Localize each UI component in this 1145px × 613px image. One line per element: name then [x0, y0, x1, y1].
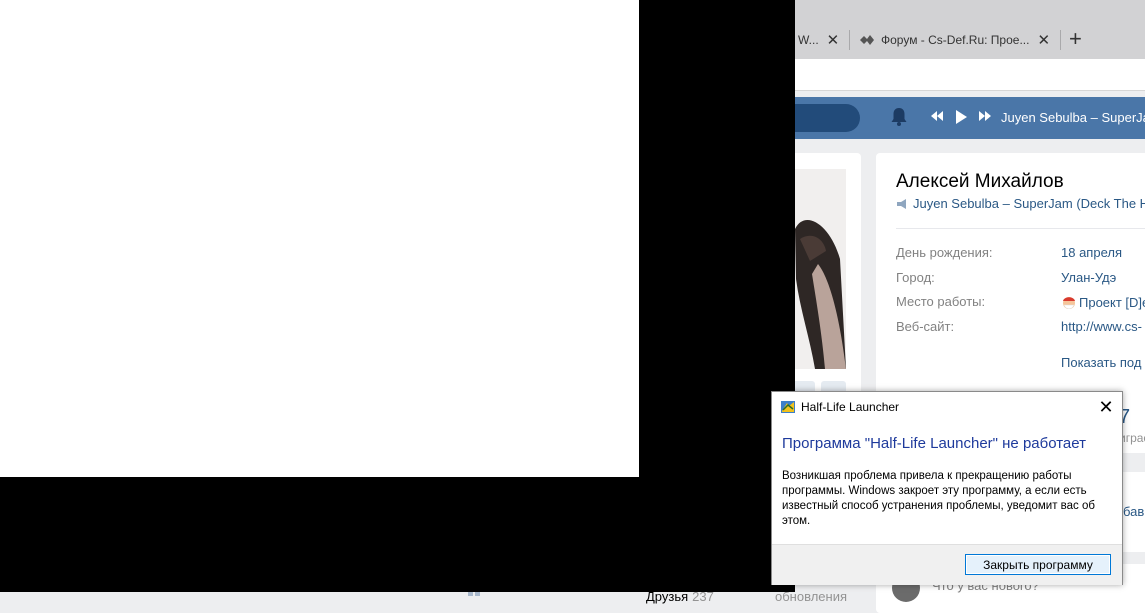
- blank-white-window: [0, 0, 639, 477]
- browser-tab-forum[interactable]: Форум - Cs-Def.Ru: Прое... ✕: [859, 28, 1050, 52]
- santa-emoji-icon: [1063, 297, 1075, 309]
- previous-track-icon[interactable]: [930, 109, 944, 123]
- close-icon[interactable]: ✕: [1094, 395, 1118, 419]
- info-value-city[interactable]: Улан-Удэ: [1061, 270, 1116, 285]
- dialog-title-bar[interactable]: Half-Life Launcher ✕: [772, 392, 1122, 422]
- new-tab-button[interactable]: +: [1069, 26, 1082, 52]
- dialog-footer: Закрыть программу: [772, 544, 1122, 585]
- profile-status[interactable]: Juyen Sebulba – SuperJam (Deck The H: [896, 196, 1145, 211]
- tab-title: Форум - Cs-Def.Ru: Прое...: [881, 33, 1030, 47]
- bell-icon[interactable]: [890, 107, 908, 127]
- info-value-birthday[interactable]: 18 апреля: [1061, 245, 1122, 260]
- black-overlay: [0, 477, 795, 592]
- close-program-button[interactable]: Закрыть программу: [965, 554, 1111, 575]
- info-value-website[interactable]: http://www.cs-: [1061, 319, 1142, 334]
- close-icon[interactable]: ✕: [827, 31, 840, 49]
- info-value-work[interactable]: Проект [D]e: [1061, 294, 1145, 310]
- browser-tab[interactable]: W... ✕: [798, 28, 839, 52]
- now-playing-track[interactable]: Juyen Sebulba – SuperJam: [1001, 110, 1145, 125]
- profile-name: Алексей Михайлов: [896, 171, 1064, 192]
- show-more-link[interactable]: Показать под: [1061, 355, 1141, 370]
- work-text: Проект [D]e: [1079, 294, 1145, 310]
- next-track-icon[interactable]: [978, 109, 992, 123]
- half-life-app-icon: [781, 401, 795, 413]
- info-label-website: Веб-сайт:: [896, 319, 955, 334]
- tab-title: W...: [798, 33, 819, 47]
- info-label-city: Город:: [896, 270, 935, 285]
- dialog-heading: Программа "Half-Life Launcher" не работа…: [782, 435, 1086, 452]
- site-favicon-icon: [860, 35, 874, 45]
- info-label-work: Место работы:: [896, 294, 986, 309]
- info-label-birthday: День рождения:: [896, 245, 993, 260]
- close-icon[interactable]: ✕: [1037, 31, 1050, 49]
- dialog-message: Возникшая проблема привела к прекращению…: [782, 470, 1095, 527]
- profile-status-text: Juyen Sebulba – SuperJam (Deck The H: [913, 196, 1145, 211]
- tab-separator: [849, 30, 850, 50]
- add-link[interactable]: бав: [1123, 504, 1144, 519]
- play-icon[interactable]: [954, 109, 968, 125]
- dialog-title: Half-Life Launcher: [801, 400, 900, 414]
- divider: [896, 228, 1145, 229]
- broadcast-icon: [897, 198, 906, 209]
- audio-player-controls: [930, 109, 992, 125]
- error-dialog: Half-Life Launcher ✕ Программа "Half-Lif…: [771, 391, 1123, 585]
- tab-separator: [1060, 30, 1061, 50]
